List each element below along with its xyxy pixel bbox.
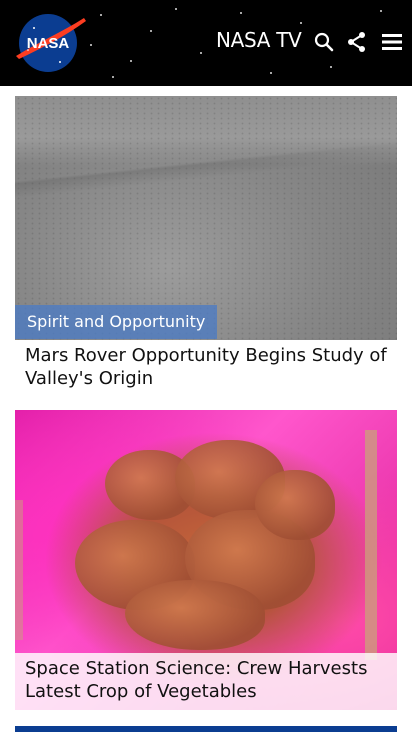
article-card[interactable] xyxy=(15,726,397,732)
article-card[interactable]: Space Station Science: Crew Harvests Lat… xyxy=(15,410,397,710)
category-tag[interactable]: Spirit and Opportunity xyxy=(15,305,218,339)
menu-icon[interactable] xyxy=(380,30,404,54)
nasa-logo[interactable]: NASA xyxy=(14,12,86,74)
article-feed: Spirit and Opportunity Mars Rover Opport… xyxy=(0,86,412,732)
search-icon[interactable] xyxy=(312,30,336,54)
article-card[interactable]: Spirit and Opportunity Mars Rover Opport… xyxy=(15,96,397,394)
article-title[interactable]: Space Station Science: Crew Harvests Lat… xyxy=(15,653,397,710)
share-icon[interactable] xyxy=(345,30,369,54)
app-header: NASA NASA TV xyxy=(0,0,412,86)
nasa-logo-text: NASA xyxy=(27,35,70,52)
nasa-tv-link[interactable]: NASA TV xyxy=(216,28,302,52)
article-title[interactable]: Mars Rover Opportunity Begins Study of V… xyxy=(15,340,397,394)
article-image-mars-terrain[interactable] xyxy=(15,96,397,340)
